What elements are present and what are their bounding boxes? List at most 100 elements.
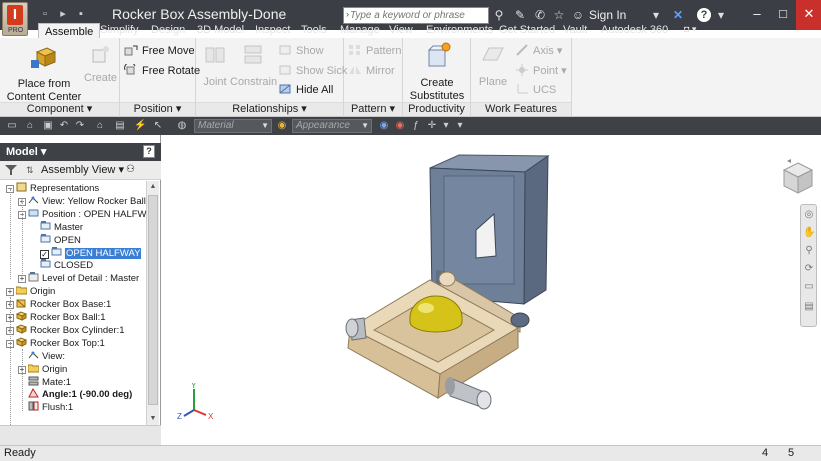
orbit-icon[interactable]: ⟳: [803, 263, 815, 275]
tree-item[interactable]: OPEN: [30, 233, 81, 247]
constrain-button[interactable]: Constrain: [230, 44, 277, 89]
zoom-icon[interactable]: ⚲: [803, 245, 815, 257]
panel-title-pattern[interactable]: Pattern ▾: [344, 102, 402, 116]
view-cube[interactable]: [781, 159, 815, 199]
look-at-icon[interactable]: ▭: [803, 281, 815, 293]
ribbon-display-toggle-icon[interactable]: ◘ ▾: [684, 24, 706, 35]
new-file-icon[interactable]: ▭: [6, 120, 18, 132]
wrench-icon[interactable]: ✎: [512, 7, 528, 23]
exchange-apps-icon[interactable]: ✕: [670, 7, 686, 23]
browser-scrollbar[interactable]: ▲ ▼: [146, 181, 159, 425]
free-rotate-button[interactable]: Free Rotate: [124, 64, 200, 78]
material-dropdown[interactable]: Material ▼: [194, 119, 272, 133]
save-icon[interactable]: ▪: [74, 7, 88, 21]
formula-icon[interactable]: ƒ: [410, 120, 422, 132]
mirror-button[interactable]: Mirror: [348, 64, 395, 78]
assembly-model[interactable]: [162, 135, 821, 445]
pattern-button[interactable]: Pattern: [348, 44, 401, 58]
tab-design[interactable]: Design: [145, 22, 191, 39]
tab-environments[interactable]: Environments: [420, 22, 499, 39]
scrollbar-thumb[interactable]: [148, 195, 158, 405]
tab-tools[interactable]: Tools: [295, 22, 333, 39]
measure-icon[interactable]: ✛: [426, 120, 438, 132]
tree-item[interactable]: ✓ OPEN HALFWAY: [30, 246, 143, 260]
ucs-button[interactable]: UCS: [515, 83, 556, 97]
update-icon[interactable]: ⚡: [134, 120, 146, 132]
select-icon[interactable]: ↖: [152, 120, 164, 132]
tree-item[interactable]: + Origin: [18, 363, 67, 376]
tab-view[interactable]: View: [383, 22, 419, 39]
adjust-appearance-icon[interactable]: ◉: [378, 120, 390, 132]
plane-button[interactable]: Plane: [475, 44, 511, 89]
save-file-icon[interactable]: ▣: [42, 120, 54, 132]
home-icon[interactable]: ⌂: [94, 120, 106, 132]
print-icon[interactable]: ▤: [114, 120, 126, 132]
tree-expander-icon[interactable]: +: [6, 288, 14, 297]
tree-item[interactable]: + View: Yellow Rocker Ball: [18, 195, 146, 208]
axis-button[interactable]: Axis ▾: [515, 44, 562, 58]
tab-autodesk-360[interactable]: Autodesk 360: [595, 22, 674, 39]
application-menu-button[interactable]: I PRO: [2, 2, 28, 36]
help-icon[interactable]: ?: [697, 8, 711, 22]
show-sick-button[interactable]: Show Sick: [278, 64, 347, 78]
appearance-dropdown[interactable]: Appearance ▼: [292, 119, 372, 133]
tree-item[interactable]: −Position : OPEN HALFWAY: [18, 208, 146, 221]
open-file-icon[interactable]: ⌂: [24, 120, 36, 132]
scroll-down-icon[interactable]: ▼: [147, 413, 159, 425]
dropdown-icon[interactable]: ▾: [648, 7, 664, 23]
filter-icon[interactable]: [5, 164, 17, 176]
customize-dropdown-icon[interactable]: ▾: [440, 120, 452, 132]
binoculars-icon[interactable]: ⚲: [491, 7, 507, 23]
tree-item[interactable]: Angle:1 (-90.00 deg): [18, 388, 132, 401]
redo-icon[interactable]: ↷: [74, 120, 86, 132]
material-sphere-icon[interactable]: ◍: [176, 120, 188, 132]
browser-view-dropdown[interactable]: ⇅ Assembly View ▾: [26, 163, 124, 177]
more-dropdown-icon[interactable]: ▾: [454, 120, 466, 132]
browser-header[interactable]: Model ▾ ?: [0, 143, 161, 161]
user-icon[interactable]: ☺: [570, 7, 586, 23]
panel-title-relationships[interactable]: Relationships ▾: [196, 102, 343, 116]
tree-item[interactable]: + Rocker Box Cylinder:1: [6, 324, 125, 337]
undo-icon[interactable]: ↶: [58, 120, 70, 132]
point-button[interactable]: Point ▾: [515, 64, 567, 78]
hide-all-button[interactable]: Hide All: [278, 83, 333, 97]
show-button[interactable]: Show: [278, 44, 324, 58]
checkmark-icon[interactable]: ✓: [40, 249, 49, 259]
tab-manage[interactable]: Manage: [334, 22, 386, 39]
communication-center-icon[interactable]: ✆: [532, 7, 548, 23]
graphics-window[interactable]: Y X Z ◎ ✋ ⚲ ⟳ ▭ ▤: [162, 135, 821, 445]
nav-bar-options-icon[interactable]: ▤: [803, 301, 815, 313]
panel-title-position[interactable]: Position ▾: [120, 102, 195, 116]
help-dropdown-icon[interactable]: ▾: [713, 7, 729, 23]
tree-item[interactable]: − Representations: [6, 182, 99, 195]
joint-button[interactable]: Joint: [200, 44, 230, 89]
tab-get-started[interactable]: Get Started: [493, 22, 561, 39]
tree-item[interactable]: + Origin: [6, 285, 55, 298]
sign-in-link[interactable]: Sign In: [589, 8, 626, 22]
new-icon[interactable]: ▫: [38, 7, 52, 21]
tree-item[interactable]: Master: [30, 220, 83, 234]
favorites-star-icon[interactable]: ☆: [551, 7, 567, 23]
free-move-button[interactable]: Free Move: [124, 44, 195, 58]
browser-help-icon[interactable]: ?: [143, 145, 155, 158]
create-substitutes-button[interactable]: Create Substitutes: [405, 42, 469, 103]
tree-item[interactable]: View:: [18, 350, 65, 363]
tree-item[interactable]: + Rocker Box Ball:1: [6, 311, 106, 324]
steering-wheel-icon[interactable]: ◎: [803, 209, 815, 221]
tree-item[interactable]: − Rocker Box Top:1: [6, 337, 105, 350]
scroll-up-icon[interactable]: ▲: [147, 181, 159, 193]
tab-3d-model[interactable]: 3D Model: [191, 22, 250, 39]
create-component-button[interactable]: Create: [84, 44, 117, 85]
tab-simplify[interactable]: Simplify: [94, 22, 145, 39]
tab-inspect[interactable]: Inspect: [249, 22, 296, 39]
tree-item[interactable]: CLOSED: [30, 259, 93, 272]
tab-vault[interactable]: Vault: [557, 22, 593, 39]
clear-appearance-icon[interactable]: ◉: [394, 120, 406, 132]
pan-icon[interactable]: ✋: [803, 227, 815, 239]
tree-expander-icon[interactable]: +: [18, 275, 26, 284]
place-from-content-center-button[interactable]: Place from Content Center: [6, 44, 82, 104]
tree-item[interactable]: Flush:1: [18, 401, 73, 414]
appearance-sphere-icon[interactable]: ◉: [276, 120, 288, 132]
browser-find-icon[interactable]: ⚇: [126, 164, 140, 176]
tree-item[interactable]: + Level of Detail : Master: [18, 272, 139, 285]
